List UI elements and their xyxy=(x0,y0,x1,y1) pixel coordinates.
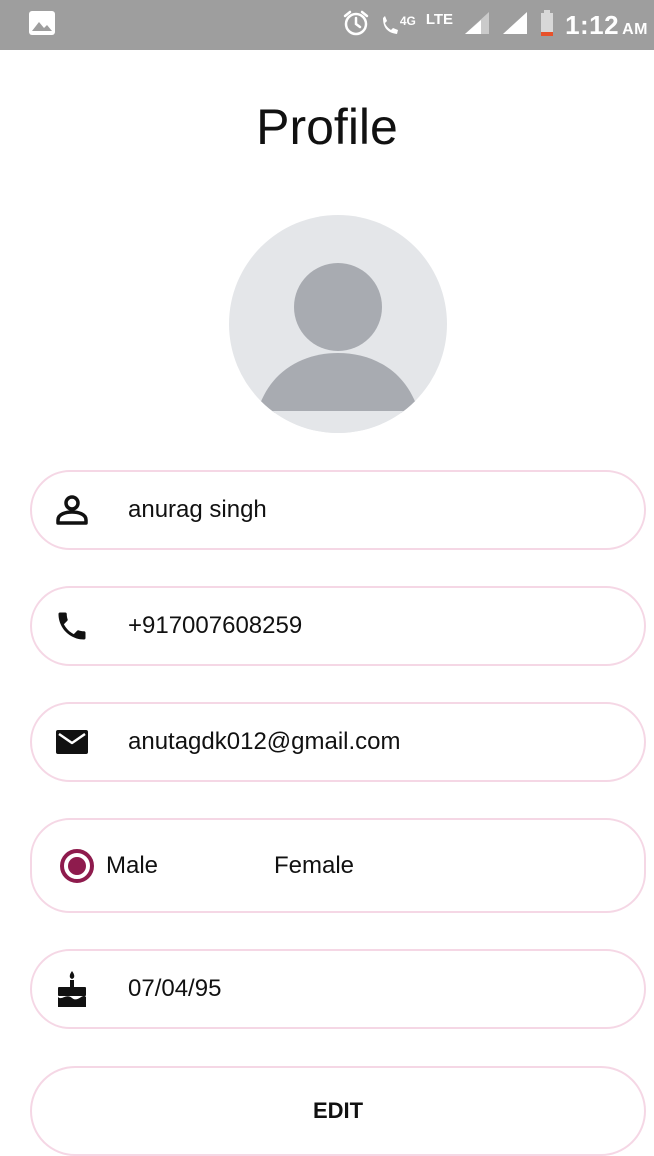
network-type-label: LTE xyxy=(425,10,454,28)
network-small-label: 4G xyxy=(399,14,416,28)
gender-option-male[interactable]: Male xyxy=(60,848,159,883)
edit-button[interactable]: EDIT xyxy=(30,1066,646,1156)
alarm-icon xyxy=(342,9,370,42)
status-bar: 4G LTE 1:12 AM xyxy=(0,0,654,50)
avatar-placeholder-icon xyxy=(229,215,447,433)
signal-icon xyxy=(463,10,491,41)
clock-ampm: AM xyxy=(622,20,648,38)
wifi-call-icon: 4G xyxy=(380,14,416,36)
phone-field[interactable]: +917007608259 xyxy=(30,586,646,666)
mail-icon xyxy=(52,722,92,762)
signal-icon xyxy=(501,10,529,41)
cake-icon xyxy=(52,969,92,1009)
clock-time: 1:12 xyxy=(565,9,620,40)
avatar[interactable] xyxy=(229,215,447,433)
dob-field[interactable]: 07/04/95 xyxy=(30,949,646,1029)
clock: 1:12 AM xyxy=(565,10,648,41)
image-icon xyxy=(28,10,56,41)
gender-option-female[interactable]: Female xyxy=(274,852,354,880)
phone-value: +917007608259 xyxy=(128,612,303,639)
battery-icon xyxy=(539,9,555,42)
phone-icon xyxy=(52,606,92,646)
email-value: anutagdk012@gmail.com xyxy=(128,728,401,755)
name-value: anurag singh xyxy=(128,496,267,523)
gender-male-label: Male xyxy=(106,851,159,879)
email-field[interactable]: anutagdk012@gmail.com xyxy=(30,702,646,782)
name-field[interactable]: anurag singh xyxy=(30,470,646,550)
gender-field: Male Female xyxy=(30,818,646,913)
dob-value: 07/04/95 xyxy=(128,975,222,1002)
radio-selected-icon[interactable] xyxy=(60,848,94,883)
page-title: Profile xyxy=(256,99,398,155)
gender-female-label: Female xyxy=(274,851,355,879)
person-icon xyxy=(52,490,92,530)
